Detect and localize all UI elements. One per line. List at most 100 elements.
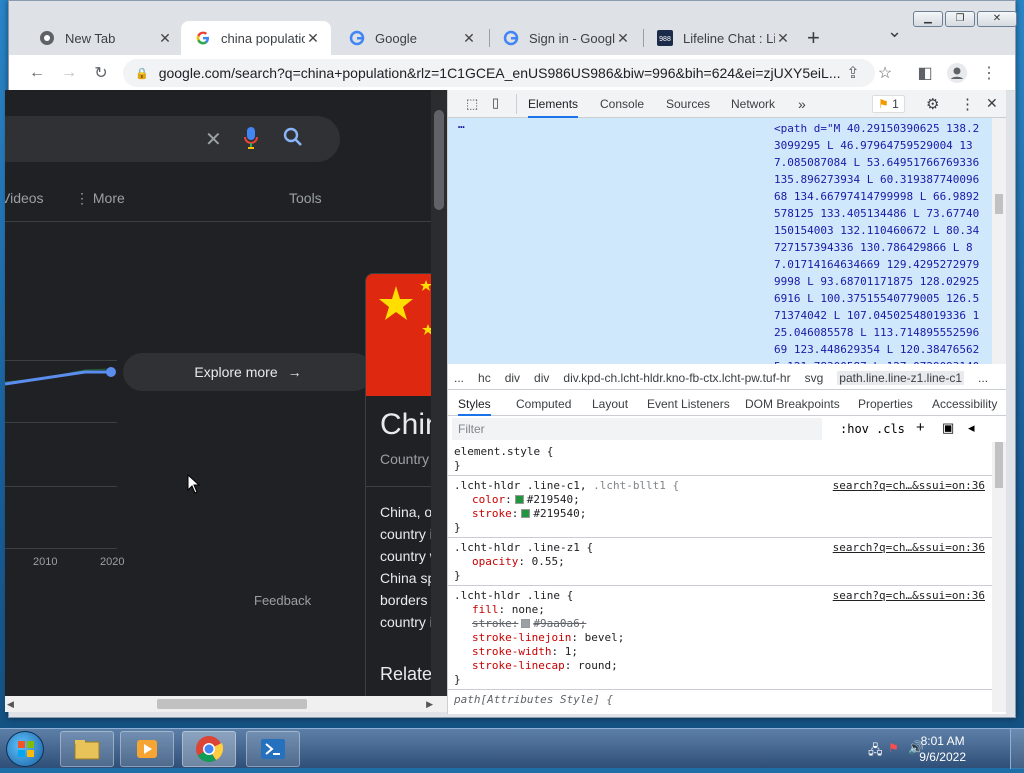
rule-source-link[interactable]: search?q=ch…&ssui=on:36 bbox=[833, 479, 985, 493]
profile-avatar[interactable] bbox=[945, 61, 969, 85]
selected-path-node[interactable]: <path d="M 40.29150390625 138.23099295 L… bbox=[774, 120, 984, 364]
hscroll-thumb[interactable] bbox=[157, 699, 307, 709]
paint-brush-icon[interactable]: ▣ bbox=[942, 420, 954, 436]
feedback-link[interactable]: Feedback bbox=[254, 593, 311, 608]
elements-dom-tree[interactable]: … <path d="M 40.29150390625 138.23099295… bbox=[448, 118, 993, 364]
breadcrumb-item[interactable]: div bbox=[505, 371, 520, 385]
tab-console[interactable]: Console bbox=[600, 90, 644, 118]
nav-more[interactable]: ⋮ More bbox=[75, 190, 125, 207]
address-bar[interactable]: 🔒 google.com/search?q=china+population&r… bbox=[123, 59, 875, 87]
taskbar-media-player[interactable] bbox=[120, 731, 174, 767]
tab-lifeline-chat[interactable]: 988 Lifeline Chat : Lifeline ✕ bbox=[643, 21, 801, 55]
breadcrumb-item[interactable]: div.kpd-ch.lcht-hldr.kno-fb-ctx.lcht-pw.… bbox=[563, 371, 790, 385]
css-declaration-overridden[interactable]: stroke: #9aa0a6; bbox=[454, 617, 987, 631]
device-toolbar-icon[interactable]: ▯ bbox=[492, 95, 499, 111]
breadcrumb-item[interactable]: ... bbox=[454, 371, 464, 385]
breadcrumb-item-selected[interactable]: path.line.line-z1.line-c1 bbox=[837, 370, 965, 385]
voice-search-icon[interactable] bbox=[243, 126, 259, 155]
css-declaration[interactable]: stroke: #219540; bbox=[454, 507, 987, 521]
css-rule[interactable]: path[Attributes Style] { bbox=[448, 690, 993, 709]
tab-event-listeners[interactable]: Event Listeners bbox=[647, 392, 730, 416]
china-flag-image[interactable] bbox=[366, 274, 431, 396]
nav-videos[interactable]: Videos bbox=[5, 190, 44, 206]
rule-source-link[interactable]: search?q=ch…&ssui=on:36 bbox=[833, 589, 985, 603]
back-button[interactable]: ← bbox=[25, 61, 49, 85]
css-declaration[interactable]: stroke-linejoin: bevel; bbox=[454, 631, 987, 645]
css-declaration[interactable]: fill: none; bbox=[454, 603, 987, 617]
tab-elements[interactable]: Elements bbox=[528, 90, 579, 118]
clear-search-icon[interactable]: ✕ bbox=[205, 127, 222, 152]
clock[interactable]: 8:01 AM 9/6/2022 bbox=[919, 733, 966, 765]
close-tab-icon[interactable]: ✕ bbox=[305, 30, 321, 47]
rule-selector[interactable]: .lcht-hldr .line-z1 { bbox=[454, 541, 593, 554]
chart-point[interactable] bbox=[106, 367, 116, 377]
css-rule[interactable]: .lcht-hldr .line-z1 { search?q=ch…&ssui=… bbox=[448, 538, 993, 586]
rule-source-link[interactable]: search?q=ch…&ssui=on:36 bbox=[833, 541, 985, 555]
breadcrumb-item[interactable]: svg bbox=[805, 371, 824, 385]
tab-search-button[interactable]: ⌄ bbox=[887, 21, 902, 42]
rule-selector[interactable]: path[Attributes Style] { bbox=[454, 693, 613, 706]
explore-more-button[interactable]: Explore more → bbox=[123, 353, 373, 391]
tab-computed[interactable]: Computed bbox=[516, 392, 571, 416]
minimize-button[interactable]: ▁ bbox=[913, 11, 943, 27]
page-vertical-scrollbar[interactable] bbox=[431, 90, 447, 696]
close-tab-icon[interactable]: ✕ bbox=[775, 30, 791, 47]
rule-selector-dim[interactable]: .lcht-bllt1 { bbox=[593, 479, 679, 492]
issues-badge[interactable]: ⚑ 1 bbox=[872, 95, 905, 113]
tab-properties[interactable]: Properties bbox=[858, 392, 913, 416]
network-icon[interactable]: 🖧 bbox=[868, 741, 883, 763]
taskbar-chrome[interactable] bbox=[182, 731, 236, 767]
close-tab-icon[interactable]: ✕ bbox=[615, 30, 631, 47]
devtools-menu-icon[interactable]: ⋮ bbox=[960, 95, 975, 113]
breadcrumb-item[interactable]: ... bbox=[978, 371, 988, 385]
color-swatch[interactable] bbox=[521, 619, 531, 628]
tab-sources[interactable]: Sources bbox=[666, 90, 710, 118]
css-declaration[interactable]: stroke-linecap: round; bbox=[454, 659, 987, 673]
maximize-button[interactable]: ❐ bbox=[945, 11, 975, 27]
css-rule[interactable]: .lcht-hldr .line { search?q=ch…&ssui=on:… bbox=[448, 586, 993, 690]
search-box[interactable]: ✕ bbox=[5, 116, 340, 162]
rule-selector[interactable]: .lcht-hldr .line-c1, bbox=[454, 479, 593, 492]
scroll-thumb[interactable] bbox=[434, 110, 444, 210]
tab-new-tab[interactable]: New Tab ✕ bbox=[25, 21, 183, 55]
hov-toggle[interactable]: :hov bbox=[840, 422, 869, 436]
tab-sign-in[interactable]: Sign in - Google Accounts ✕ bbox=[489, 21, 641, 55]
more-tabs-icon[interactable]: » bbox=[798, 90, 806, 118]
action-center-flag-icon[interactable]: ⚑ bbox=[888, 741, 899, 755]
side-panel-icon[interactable]: ◧ bbox=[913, 61, 937, 85]
tab-accessibility[interactable]: Accessibility bbox=[932, 392, 997, 416]
css-declaration[interactable]: stroke-width: 1; bbox=[454, 645, 987, 659]
new-tab-button[interactable]: + bbox=[807, 25, 820, 51]
tab-layout[interactable]: Layout bbox=[592, 392, 628, 416]
share-icon[interactable]: ⇪ bbox=[841, 61, 865, 85]
search-icon[interactable] bbox=[283, 127, 303, 152]
tab-china-population[interactable]: china population - Google Search ✕ bbox=[181, 21, 331, 55]
page-horizontal-scrollbar[interactable]: ◀ ▶ bbox=[5, 696, 447, 712]
close-tab-icon[interactable]: ✕ bbox=[461, 30, 477, 47]
tab-dom-breakpoints[interactable]: DOM Breakpoints bbox=[745, 392, 840, 416]
nav-tools[interactable]: Tools bbox=[289, 190, 322, 206]
close-devtools-icon[interactable]: ✕ bbox=[986, 95, 998, 112]
elements-scrollbar[interactable] bbox=[992, 118, 1006, 364]
styles-filter-input[interactable]: Filter bbox=[452, 418, 822, 440]
styles-scrollbar[interactable] bbox=[992, 442, 1006, 712]
color-swatch[interactable] bbox=[514, 495, 524, 504]
close-tab-icon[interactable]: ✕ bbox=[157, 30, 173, 47]
bookmark-star-icon[interactable]: ☆ bbox=[873, 61, 897, 85]
rule-selector[interactable]: element.style { bbox=[454, 445, 553, 458]
forward-button[interactable]: → bbox=[57, 61, 81, 85]
tab-styles[interactable]: Styles bbox=[458, 392, 491, 416]
taskbar-file-explorer[interactable] bbox=[60, 731, 114, 767]
tab-google[interactable]: Google ✕ bbox=[335, 21, 487, 55]
rule-selector[interactable]: .lcht-hldr .line { bbox=[454, 589, 573, 602]
inspect-element-icon[interactable]: ⬚ bbox=[466, 96, 478, 112]
tab-network[interactable]: Network bbox=[731, 90, 775, 118]
css-rule[interactable]: .lcht-hldr .line-c1, .lcht-bllt1 { searc… bbox=[448, 476, 993, 538]
css-rule[interactable]: element.style { } bbox=[448, 442, 993, 476]
dom-ellipsis[interactable]: … bbox=[458, 118, 465, 131]
close-window-button[interactable]: ✕ bbox=[977, 11, 1017, 27]
reload-button[interactable]: ↻ bbox=[89, 61, 113, 85]
color-swatch[interactable] bbox=[521, 509, 531, 518]
breadcrumb-item[interactable]: hc bbox=[478, 371, 491, 385]
breadcrumb-item[interactable]: div bbox=[534, 371, 549, 385]
